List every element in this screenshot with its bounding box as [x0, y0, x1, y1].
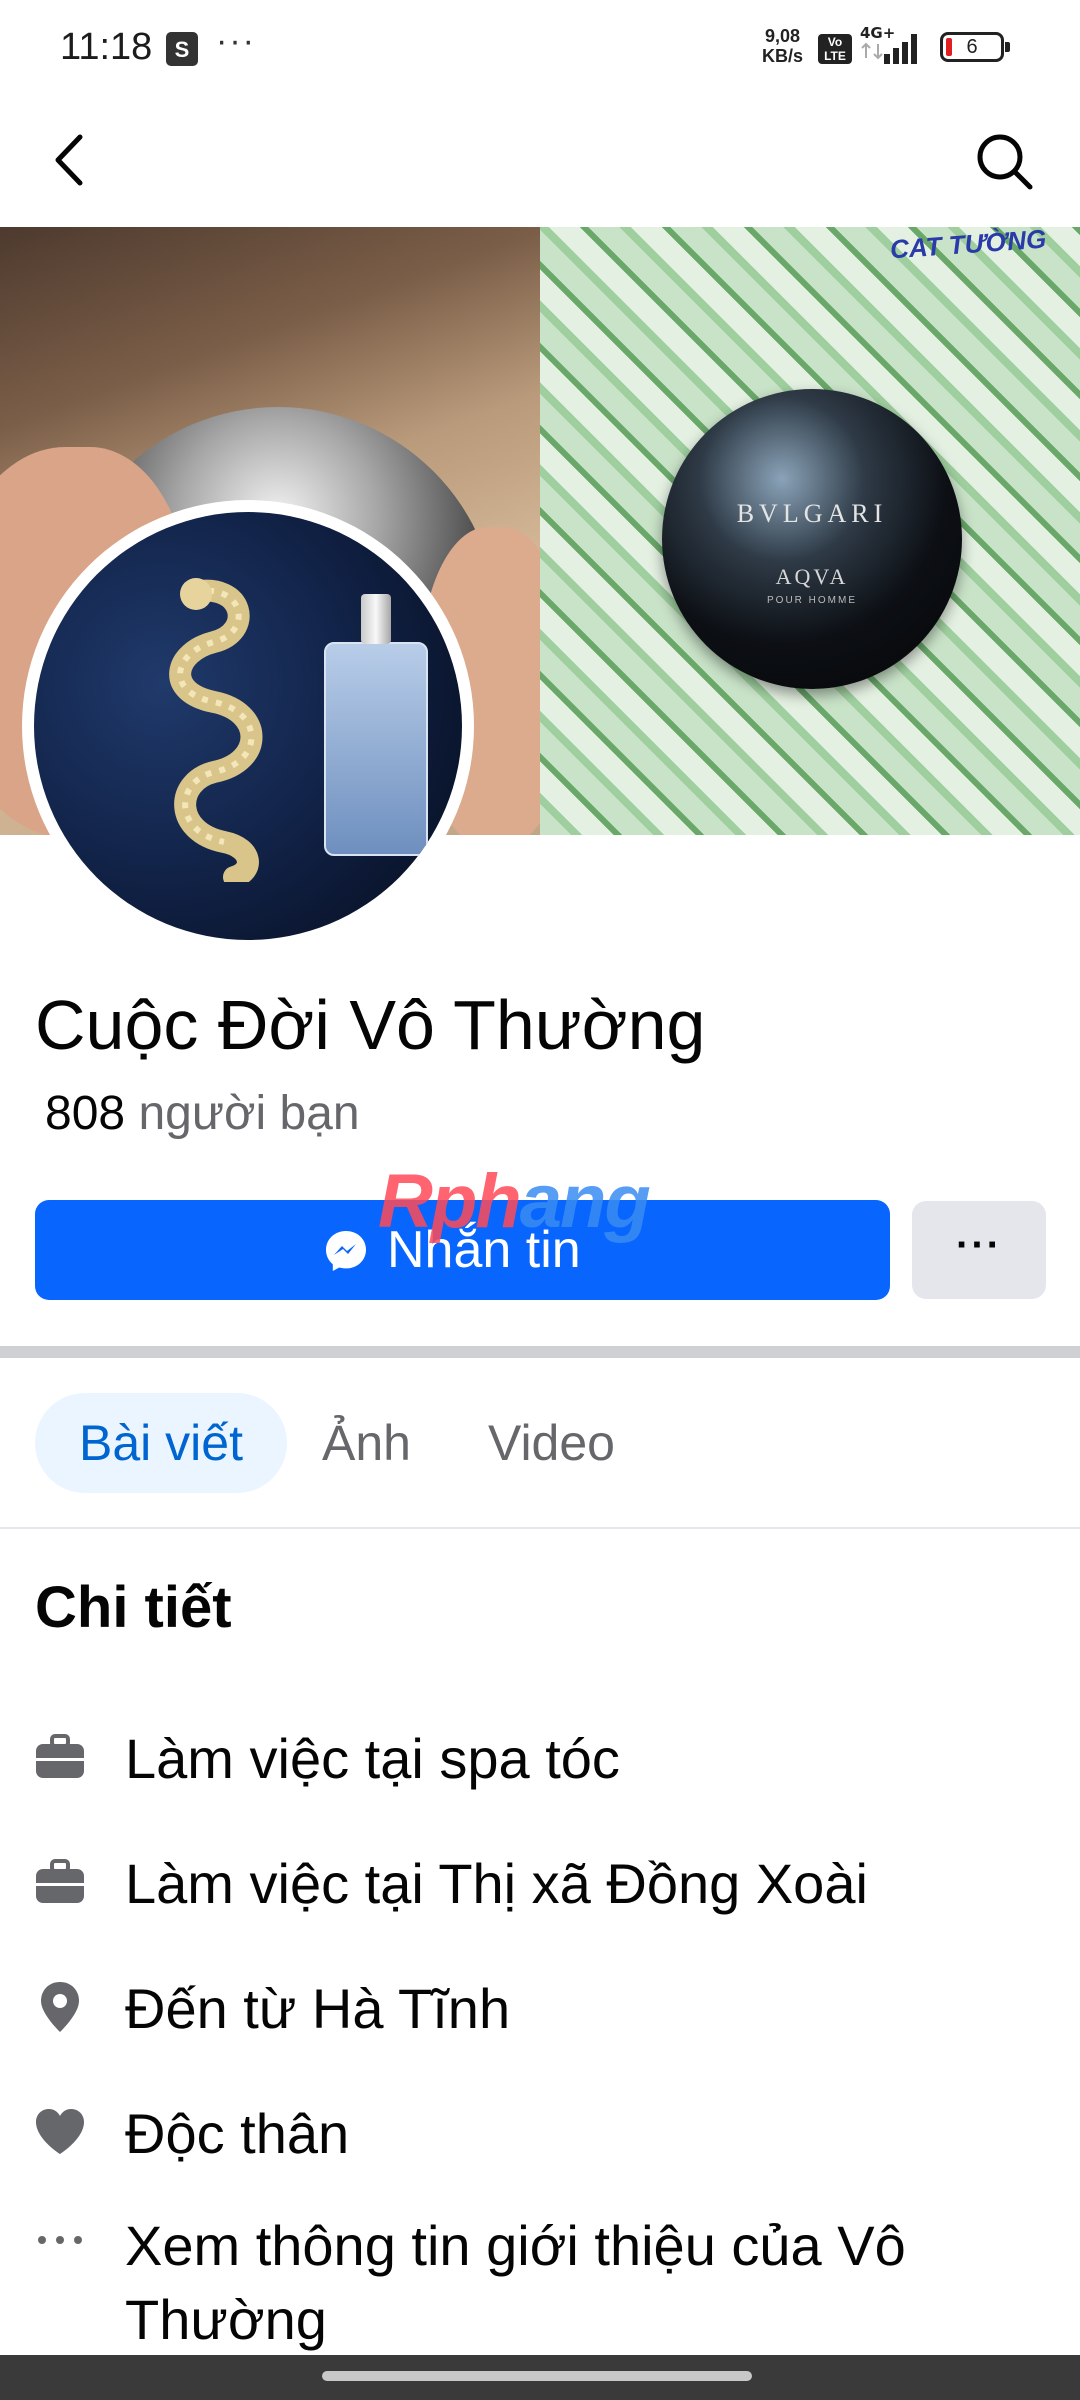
- signal-icon: 4G+: [860, 24, 917, 64]
- notification-more-icon: ···: [216, 22, 256, 60]
- battery-level: 6: [966, 36, 978, 58]
- perfume-subline: POUR HOMME: [767, 595, 857, 606]
- more-options-icon: ···: [956, 1223, 1002, 1267]
- friends-count[interactable]: 808 người bạn: [45, 1086, 360, 1141]
- search-icon[interactable]: [968, 125, 1042, 199]
- heart-icon: [36, 2109, 84, 2154]
- network-speed-value: 9,08: [764, 26, 801, 46]
- details-title: Chi tiết: [35, 1575, 232, 1640]
- detail-text: Đến từ Hà Tĩnh: [125, 1977, 511, 2040]
- shopping-bag-icon: S: [166, 32, 198, 66]
- more-options-button[interactable]: ···: [912, 1201, 1046, 1299]
- detail-text: Làm việc tại spa tóc: [125, 1727, 620, 1790]
- network-type-label: 4G+: [860, 24, 895, 42]
- watermark-part-2: ang: [519, 1159, 651, 1244]
- tabs-divider: [0, 1527, 1080, 1529]
- network-speed-unit: KB/s: [762, 46, 804, 66]
- detail-text: Độc thân: [125, 2102, 350, 2165]
- profile-picture-image: [34, 512, 462, 940]
- messenger-icon: [326, 1231, 366, 1271]
- perfume-model: AQVA: [775, 564, 849, 589]
- profile-picture[interactable]: [22, 500, 474, 952]
- location-pin-icon: [41, 1982, 79, 2032]
- section-divider: [0, 1346, 1080, 1358]
- see-about-link[interactable]: Xem thông tin giới thiệu của Vô Thường: [125, 2209, 1035, 2357]
- status-time: 11:18: [60, 26, 153, 68]
- battery-icon: 6: [940, 32, 1010, 62]
- back-arrow-icon[interactable]: [36, 125, 106, 195]
- friends-count-number: 808: [45, 1087, 126, 1140]
- tab-photos[interactable]: Ảnh: [322, 1393, 411, 1493]
- friends-count-label: người bạn: [138, 1087, 360, 1140]
- network-speed: 9,08 KB/s: [762, 26, 803, 66]
- dragon-ornament-image: [169, 578, 263, 882]
- volte-icon: Vo LTE: [818, 34, 852, 64]
- home-indicator-pill[interactable]: [322, 2371, 752, 2381]
- tab-videos[interactable]: Video: [488, 1393, 615, 1493]
- ellipsis-icon: [38, 2236, 82, 2244]
- watermark-part-1: Rph: [378, 1159, 522, 1244]
- top-bar: [0, 95, 1080, 225]
- watermark-logo: Rphang: [378, 1158, 651, 1245]
- status-bar: 11:18 S ··· 9,08 KB/s Vo LTE 4G+ 6: [0, 0, 1080, 95]
- perfume-brand: BVLGARI: [736, 499, 888, 528]
- briefcase-icon: [36, 1859, 84, 1903]
- tab-posts[interactable]: Bài viết: [35, 1393, 287, 1493]
- detail-text: Làm việc tại Thị xã Đồng Xoài: [125, 1852, 868, 1915]
- briefcase-icon: [36, 1734, 84, 1778]
- perfume-bottle-image: BVLGARI AQVA POUR HOMME: [662, 389, 962, 689]
- profile-name: Cuộc Đời Vô Thường: [35, 986, 706, 1064]
- perfume-vial-image: [324, 594, 428, 856]
- navigation-bar: [0, 2355, 1080, 2400]
